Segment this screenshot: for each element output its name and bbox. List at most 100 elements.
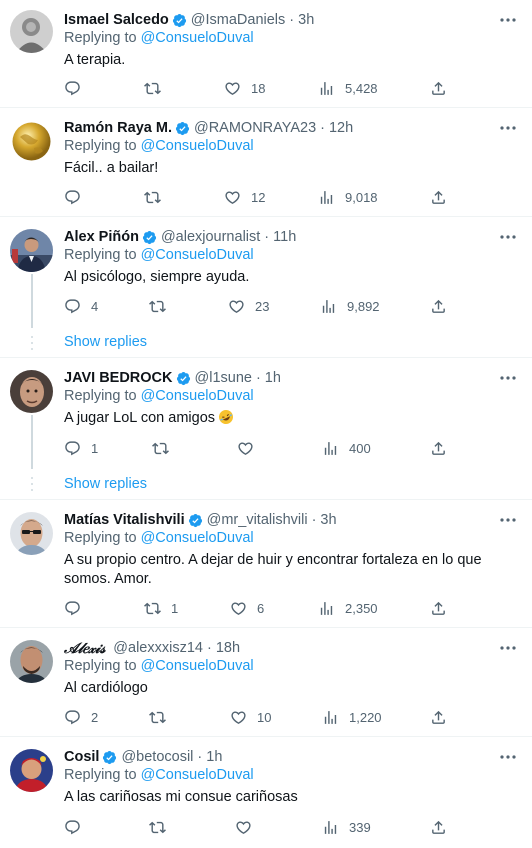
views-icon (324, 710, 337, 724)
retweet-button[interactable] (144, 78, 171, 98)
retweet-button[interactable]: 1 (144, 598, 178, 618)
views-button[interactable]: 400 (322, 438, 371, 458)
timestamp[interactable]: 3h (298, 12, 314, 28)
views-button[interactable]: 2,350 (318, 598, 378, 618)
reply-button[interactable]: 1 (64, 438, 98, 458)
views-button[interactable]: 1,220 (322, 707, 382, 727)
display-name[interactable]: Matías Vitalishvili (64, 512, 185, 528)
more-options-icon[interactable] (498, 229, 518, 245)
avatar[interactable] (10, 10, 53, 53)
show-replies-link[interactable]: Show replies (64, 476, 147, 492)
user-handle[interactable]: @alexxxisz14 (113, 640, 203, 656)
share-icon (432, 601, 445, 615)
thread-dots (30, 336, 34, 354)
tweet[interactable]: Cosil @betocosil · 1h Replying to @Consu… (0, 737, 532, 848)
reply-button[interactable] (64, 78, 91, 98)
display-name[interactable]: JAVI BEDROCK (64, 370, 173, 386)
reply-icon (65, 189, 80, 204)
avatar[interactable] (10, 640, 53, 683)
retweet-button[interactable] (149, 817, 176, 837)
like-button[interactable]: 6 (230, 598, 264, 618)
like-button[interactable]: 23 (228, 296, 269, 316)
share-button[interactable] (430, 296, 447, 316)
like-button[interactable]: 12 (224, 187, 265, 207)
user-handle[interactable]: @l1sune (195, 370, 252, 386)
reply-icon (65, 819, 80, 834)
more-options-icon[interactable] (498, 12, 518, 28)
display-name[interactable]: Ismael Salcedo (64, 12, 169, 28)
avatar[interactable] (10, 370, 53, 413)
more-options-icon[interactable] (498, 640, 518, 656)
share-button[interactable] (430, 78, 447, 98)
timestamp[interactable]: 3h (320, 512, 336, 528)
user-handle[interactable]: @RAMONRAYA23 (194, 120, 316, 136)
share-button[interactable] (430, 817, 447, 837)
more-options-icon[interactable] (498, 749, 518, 765)
tweet-text: A las cariñosas mi consue cariñosas (64, 789, 298, 805)
tweet[interactable]: 𝒜𝓁𝑒𝓍𝒾𝓈 @alexxxisz14 · 18h Replying to @C… (0, 628, 532, 737)
avatar[interactable] (10, 512, 53, 555)
mention-link[interactable]: @ConsueloDuval (141, 767, 254, 783)
display-name[interactable]: 𝒜𝓁𝑒𝓍𝒾𝓈 (64, 640, 105, 657)
tweet[interactable]: Ramón Raya M. @RAMONRAYA23 · 12h Replyin… (0, 108, 532, 217)
retweet-icon (144, 602, 161, 614)
more-options-icon[interactable] (498, 120, 518, 136)
share-button[interactable] (430, 598, 447, 618)
tweet[interactable]: Alex Piñón @alexjournalist · 11h Replyin… (0, 217, 532, 358)
user-handle[interactable]: @alexjournalist (161, 229, 260, 245)
display-name[interactable]: Alex Piñón (64, 229, 139, 245)
user-handle[interactable]: @mr_vitalishvili (207, 512, 308, 528)
timestamp[interactable]: 18h (216, 640, 240, 656)
like-button[interactable]: 10 (230, 707, 271, 727)
user-handle[interactable]: @betocosil (121, 749, 193, 765)
display-name[interactable]: Cosil (64, 749, 99, 765)
reply-button[interactable]: 4 (64, 296, 98, 316)
verified-badge-icon (172, 13, 186, 27)
timestamp[interactable]: 1h (206, 749, 222, 765)
share-button[interactable] (430, 187, 447, 207)
like-button[interactable] (235, 817, 262, 837)
reply-button[interactable]: 2 (64, 707, 98, 727)
retweet-icon (152, 442, 169, 454)
retweet-button[interactable] (152, 438, 179, 458)
timestamp[interactable]: 12h (329, 120, 353, 136)
tweet[interactable]: Ismael Salcedo @IsmaDaniels · 3h Replyin… (0, 0, 532, 108)
retweet-button[interactable] (149, 707, 176, 727)
views-button[interactable]: 339 (322, 817, 371, 837)
reply-button[interactable] (64, 817, 91, 837)
like-button[interactable] (237, 438, 264, 458)
like-button[interactable]: 18 (224, 78, 265, 98)
views-icon (320, 190, 333, 204)
tweet[interactable]: JAVI BEDROCK @l1sune · 1h Replying to @C… (0, 358, 532, 500)
share-button[interactable] (430, 707, 447, 727)
avatar[interactable] (10, 120, 53, 163)
timestamp[interactable]: 11h (273, 229, 296, 245)
heart-icon (236, 820, 251, 834)
reply-button[interactable] (64, 187, 91, 207)
mention-link[interactable]: @ConsueloDuval (141, 138, 254, 154)
share-icon (432, 710, 445, 724)
views-button[interactable]: 5,428 (318, 78, 378, 98)
mention-link[interactable]: @ConsueloDuval (141, 247, 254, 263)
show-replies-link[interactable]: Show replies (64, 334, 147, 350)
mention-link[interactable]: @ConsueloDuval (141, 30, 254, 46)
display-name[interactable]: Ramón Raya M. (64, 120, 172, 136)
retweet-button[interactable] (149, 296, 176, 316)
mention-link[interactable]: @ConsueloDuval (141, 658, 254, 674)
views-button[interactable]: 9,018 (318, 187, 378, 207)
views-button[interactable]: 9,892 (320, 296, 380, 316)
mention-link[interactable]: @ConsueloDuval (141, 530, 254, 546)
avatar[interactable] (10, 229, 53, 272)
share-button[interactable] (430, 438, 447, 458)
reply-button[interactable] (64, 598, 91, 618)
tweet[interactable]: Matías Vitalishvili @mr_vitalishvili · 3… (0, 500, 532, 628)
more-options-icon[interactable] (498, 370, 518, 386)
more-options-icon[interactable] (498, 512, 518, 528)
user-handle[interactable]: @IsmaDaniels (191, 12, 286, 28)
mention-link[interactable]: @ConsueloDuval (141, 388, 254, 404)
avatar[interactable] (10, 749, 53, 792)
separator-dot: · (206, 640, 212, 656)
timestamp[interactable]: 1h (265, 370, 281, 386)
retweet-button[interactable] (144, 187, 171, 207)
views-icon (322, 299, 335, 313)
